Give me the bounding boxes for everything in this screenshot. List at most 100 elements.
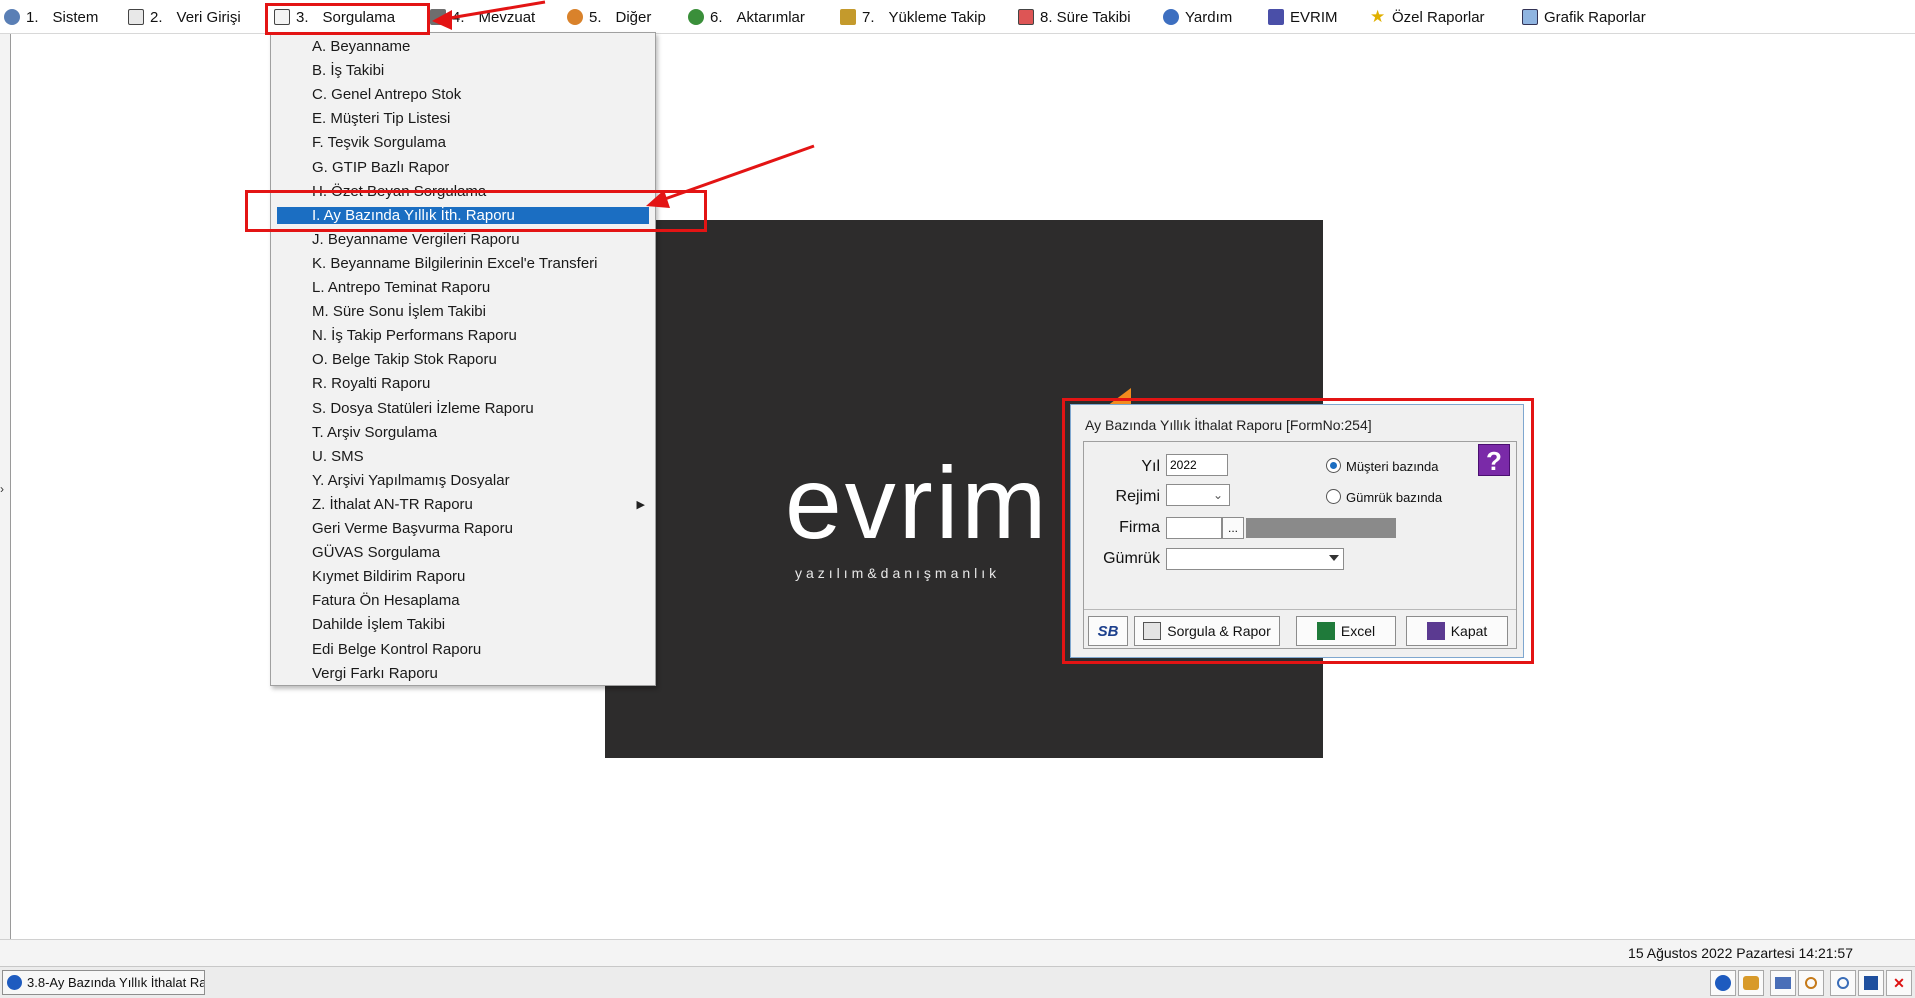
- dropdown-item[interactable]: A. Beyanname: [271, 35, 655, 59]
- dropdown-item[interactable]: N. İş Takip Performans Raporu: [271, 324, 655, 348]
- dropdown-item-label: G. GTIP Bazlı Rapor: [312, 158, 450, 176]
- dropdown-item-label: Y. Arşivi Yapılmamış Dosyalar: [312, 471, 510, 489]
- dropdown-item[interactable]: GÜVAS Sorgulama: [271, 541, 655, 565]
- dropdown-item-label: T. Arşiv Sorgulama: [312, 423, 438, 441]
- time-track-icon: [1018, 9, 1034, 25]
- dropdown-item-label: J. Beyanname Vergileri Raporu: [312, 230, 520, 248]
- dropdown-item[interactable]: Vergi Farkı Raporu: [271, 662, 655, 686]
- dropdown-item[interactable]: B. İş Takibi: [271, 59, 655, 83]
- dropdown-item-label: R. Royalti Raporu: [312, 375, 431, 393]
- save-tool-button[interactable]: [1858, 970, 1884, 996]
- dropdown-item[interactable]: G. GTIP Bazlı Rapor: [271, 156, 655, 180]
- menu-number: 1.: [26, 8, 39, 26]
- sorgulama-dropdown: A. Beyanname B. İş Takibi C. Genel Antrepo…: [270, 32, 656, 686]
- annotation-box-menu: [265, 3, 430, 35]
- system-icon: [4, 9, 20, 25]
- dropdown-item[interactable]: U. SMS: [271, 445, 655, 469]
- dropdown-item[interactable]: R. Royalti Raporu: [271, 372, 655, 396]
- menu-label: Mevzuat: [478, 8, 536, 26]
- menu-label: Özel Raporlar: [1392, 8, 1485, 26]
- annotation-box-dialog: [1062, 398, 1534, 664]
- menu-sure-takibi[interactable]: 8. Süre Takibi: [1018, 6, 1131, 28]
- dropdown-item-label: B. İş Takibi: [312, 62, 385, 80]
- search-tool-button[interactable]: [1830, 970, 1856, 996]
- menu-label: Sistem: [52, 8, 99, 26]
- magnifier-icon: [1805, 977, 1817, 989]
- legislation-icon: [430, 9, 446, 25]
- star-icon: ★: [1370, 7, 1386, 26]
- menu-label: Diğer: [615, 8, 652, 26]
- dropdown-item[interactable]: K. Beyanname Bilgilerinin Excel'e Transf…: [271, 252, 655, 276]
- print-tool-button[interactable]: [1770, 970, 1796, 996]
- menu-yardim[interactable]: Yardım: [1163, 6, 1232, 28]
- menu-sistem[interactable]: 1. Sistem: [4, 6, 98, 28]
- users-tool-button[interactable]: [1738, 970, 1764, 996]
- menu-aktarimlar[interactable]: 6. Aktarımlar: [688, 6, 805, 28]
- dropdown-item[interactable]: L. Antrepo Teminat Raporu: [271, 276, 655, 300]
- dropdown-item-label: GÜVAS Sorgulama: [312, 544, 441, 562]
- printer-icon: [1775, 977, 1791, 989]
- expand-arrow-icon[interactable]: ›: [0, 482, 4, 496]
- dropdown-item-label: E. Müşteri Tip Listesi: [312, 110, 451, 128]
- dropdown-item[interactable]: Y. Arşivi Yapılmamış Dosyalar: [271, 469, 655, 493]
- other-icon: [567, 9, 583, 25]
- submenu-arrow-icon: ▶: [636, 498, 645, 511]
- help-icon: [1715, 975, 1731, 991]
- dropdown-item[interactable]: O. Belge Takip Stok Raporu: [271, 348, 655, 372]
- menu-label: Grafik Raporlar: [1544, 8, 1646, 26]
- menu-label: Yükleme Takip: [888, 8, 986, 26]
- app-window-icon: [7, 975, 22, 990]
- dropdown-item[interactable]: S. Dosya Statüleri İzleme Raporu: [271, 397, 655, 421]
- menu-diger[interactable]: 5. Diğer: [567, 6, 651, 28]
- dropdown-item[interactable]: Geri Verme Başvurma Raporu: [271, 517, 655, 541]
- dropdown-item-label: S. Dosya Statüleri İzleme Raporu: [312, 399, 534, 417]
- menu-yukleme-takip[interactable]: 7. Yükleme Takip: [840, 6, 986, 28]
- dropdown-item-label: O. Belge Takip Stok Raporu: [312, 351, 497, 369]
- close-tool-button[interactable]: ✕: [1886, 970, 1912, 996]
- menu-label: Aktarımlar: [736, 8, 805, 26]
- menu-veri-girisi[interactable]: 2. Veri Girişi: [128, 6, 241, 28]
- users-icon: [1743, 976, 1759, 990]
- dropdown-item[interactable]: T. Arşiv Sorgulama: [271, 421, 655, 445]
- menu-ozel-raporlar[interactable]: ★ Özel Raporlar: [1370, 6, 1485, 28]
- evrim-icon: [1268, 9, 1284, 25]
- menu-grafik-raporlar[interactable]: Grafik Raporlar: [1522, 6, 1646, 28]
- dropdown-item[interactable]: Kıymet Bildirim Raporu: [271, 565, 655, 589]
- menu-number: 5.: [589, 8, 602, 26]
- help-icon: [1163, 9, 1179, 25]
- dropdown-item-label: C. Genel Antrepo Stok: [312, 86, 462, 104]
- dropdown-item-label: Vergi Farkı Raporu: [312, 664, 438, 682]
- loading-track-icon: [840, 9, 856, 25]
- dropdown-item-label: Geri Verme Başvurma Raporu: [312, 520, 513, 537]
- task-tab-report[interactable]: 3.8-Ay Bazında Yıllık İthalat Ra: [2, 970, 205, 995]
- dropdown-item[interactable]: E. Müşteri Tip Listesi: [271, 107, 655, 131]
- dropdown-item-label: Fatura Ön Hesaplama: [312, 592, 460, 610]
- save-disk-icon: [1864, 976, 1878, 990]
- dropdown-item[interactable]: Z. İthalat AN-TR Raporu ▶: [271, 493, 655, 517]
- dropdown-item[interactable]: M. Süre Sonu İşlem Takibi: [271, 300, 655, 324]
- menu-number: 2.: [150, 8, 163, 26]
- menu-label: Yardım: [1185, 8, 1233, 26]
- help-tool-button[interactable]: [1710, 970, 1736, 996]
- menu-label: Veri Girişi: [176, 8, 241, 26]
- data-entry-icon: [128, 9, 144, 25]
- dropdown-item[interactable]: Dahilde İşlem Takibi: [271, 613, 655, 637]
- dropdown-item[interactable]: Edi Belge Kontrol Raporu: [271, 638, 655, 662]
- dropdown-item[interactable]: F. Teşvik Sorgulama: [271, 131, 655, 155]
- dropdown-item-label: Z. İthalat AN-TR Raporu: [312, 495, 473, 513]
- zoom-tool-button[interactable]: [1798, 970, 1824, 996]
- window-taskbar: 3.8-Ay Bazında Yıllık İthalat Ra ✕: [0, 966, 1915, 998]
- dropdown-item-label: Dahilde İşlem Takibi: [312, 616, 446, 634]
- task-tab-label: 3.8-Ay Bazında Yıllık İthalat Ra: [27, 975, 205, 990]
- menu-mevzuat[interactable]: 4. Mevzuat: [430, 6, 535, 28]
- dropdown-item-label: M. Süre Sonu İşlem Takibi: [312, 303, 486, 321]
- menu-number: 4.: [452, 8, 465, 26]
- evrim-tagline: yazılım&danışmanlık: [795, 565, 1001, 581]
- dropdown-item-label: U. SMS: [312, 447, 364, 465]
- dropdown-item[interactable]: C. Genel Antrepo Stok: [271, 83, 655, 107]
- menu-evrim[interactable]: EVRIM: [1268, 6, 1338, 28]
- dropdown-item-label: Edi Belge Kontrol Raporu: [312, 640, 482, 658]
- evrim-logo: evrim: [785, 446, 1050, 560]
- dropdown-item[interactable]: Fatura Ön Hesaplama: [271, 589, 655, 613]
- dropdown-item-label: L. Antrepo Teminat Raporu: [312, 279, 491, 296]
